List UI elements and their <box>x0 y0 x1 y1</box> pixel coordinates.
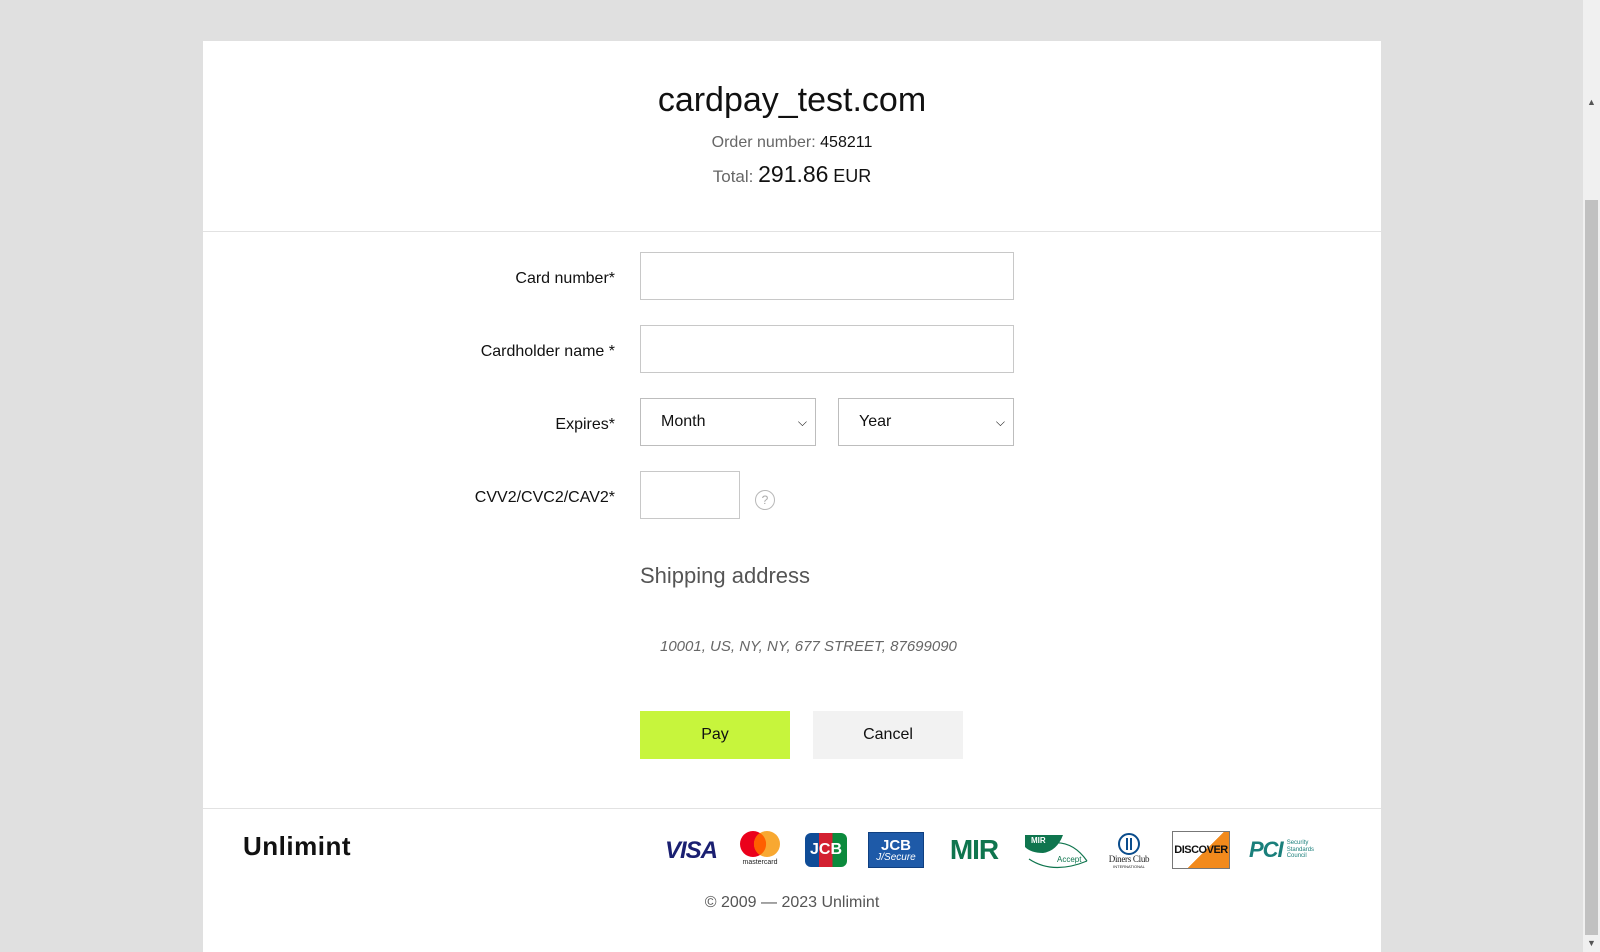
expiry-year-select[interactable]: Year ⌵ <box>838 398 1014 446</box>
mir-accept-text: Accept <box>1057 855 1082 864</box>
discover-logo: DISCOVER <box>1172 831 1230 869</box>
expires-label: Expires* <box>555 416 615 433</box>
diners-club-logo: Diners Club INTERNATIONAL <box>1105 829 1153 873</box>
scroll-up-arrow-icon[interactable]: ▲ <box>1583 94 1600 111</box>
total-amount: 291.86 <box>758 161 829 187</box>
cvv-help-icon[interactable]: ? <box>755 490 775 510</box>
cvv-input[interactable] <box>640 471 740 519</box>
card-number-label: Card number* <box>515 270 615 287</box>
diners-club-subtext: INTERNATIONAL <box>1113 863 1145 869</box>
page-scrollbar[interactable]: ▲ ▼ <box>1583 0 1600 952</box>
mastercard-icon <box>740 831 780 857</box>
order-header: cardpay_test.com Order number: 458211 To… <box>203 41 1381 232</box>
merchant-name: cardpay_test.com <box>657 81 927 119</box>
mir-accept-mark: MIR <box>1031 836 1046 845</box>
cancel-button[interactable]: Cancel <box>813 711 963 759</box>
pci-logo: PCI Security Standards Council <box>1249 833 1341 867</box>
order-total: Total: 291.86 EUR <box>203 161 1381 188</box>
order-number: Order number: 458211 <box>203 134 1381 152</box>
card-number-input[interactable] <box>640 252 1014 300</box>
unlimint-logo: Unlimint <box>243 831 351 861</box>
copyright: © 2009 — 2023 Unlimint <box>704 894 880 911</box>
total-label: Total: <box>712 167 754 186</box>
cardholder-name-label: Cardholder name * <box>480 343 615 360</box>
chevron-down-icon: ⌵ <box>797 415 807 429</box>
mastercard-text: mastercard <box>742 859 778 866</box>
shipping-address-text: 10001, US, NY, NY, 677 STREET, 87699090 <box>660 638 957 655</box>
order-number-value: 458211 <box>820 134 873 151</box>
mir-logo: MIR <box>949 834 999 865</box>
jcb-secure-top: JCB <box>880 836 911 854</box>
expiry-month-value: Month <box>661 413 706 430</box>
order-number-label: Order number: <box>711 134 816 151</box>
chevron-down-icon: ⌵ <box>995 415 1005 429</box>
mir-accept-logo: MIR Accept <box>1023 831 1089 871</box>
total-currency: EUR <box>833 166 872 186</box>
mastercard-logo: mastercard <box>736 827 784 875</box>
expiry-month-select[interactable]: Month ⌵ <box>640 398 816 446</box>
payment-card: cardpay_test.com Order number: 458211 To… <box>203 41 1381 952</box>
cvv-label: CVV2/CVC2/CAV2* <box>474 489 615 506</box>
scrollbar-thumb[interactable] <box>1585 200 1598 935</box>
expiry-year-value: Year <box>859 413 892 430</box>
diners-club-icon <box>1118 833 1140 856</box>
footer-divider <box>203 808 1381 809</box>
shipping-address-title: Shipping address <box>640 563 811 588</box>
pci-text: Security Standards Council <box>1286 840 1315 860</box>
jcb-logo: JCB <box>805 833 847 867</box>
scroll-down-arrow-icon[interactable]: ▼ <box>1583 935 1600 952</box>
jcb-secure-logo: JCB J/Secure <box>868 832 924 868</box>
pci-mark: PCI <box>1249 837 1284 862</box>
cardholder-name-input[interactable] <box>640 325 1014 373</box>
jcb-secure-bottom: J/Secure <box>876 851 916 863</box>
visa-logo: VISA <box>664 837 718 864</box>
pay-button[interactable]: Pay <box>640 711 790 759</box>
